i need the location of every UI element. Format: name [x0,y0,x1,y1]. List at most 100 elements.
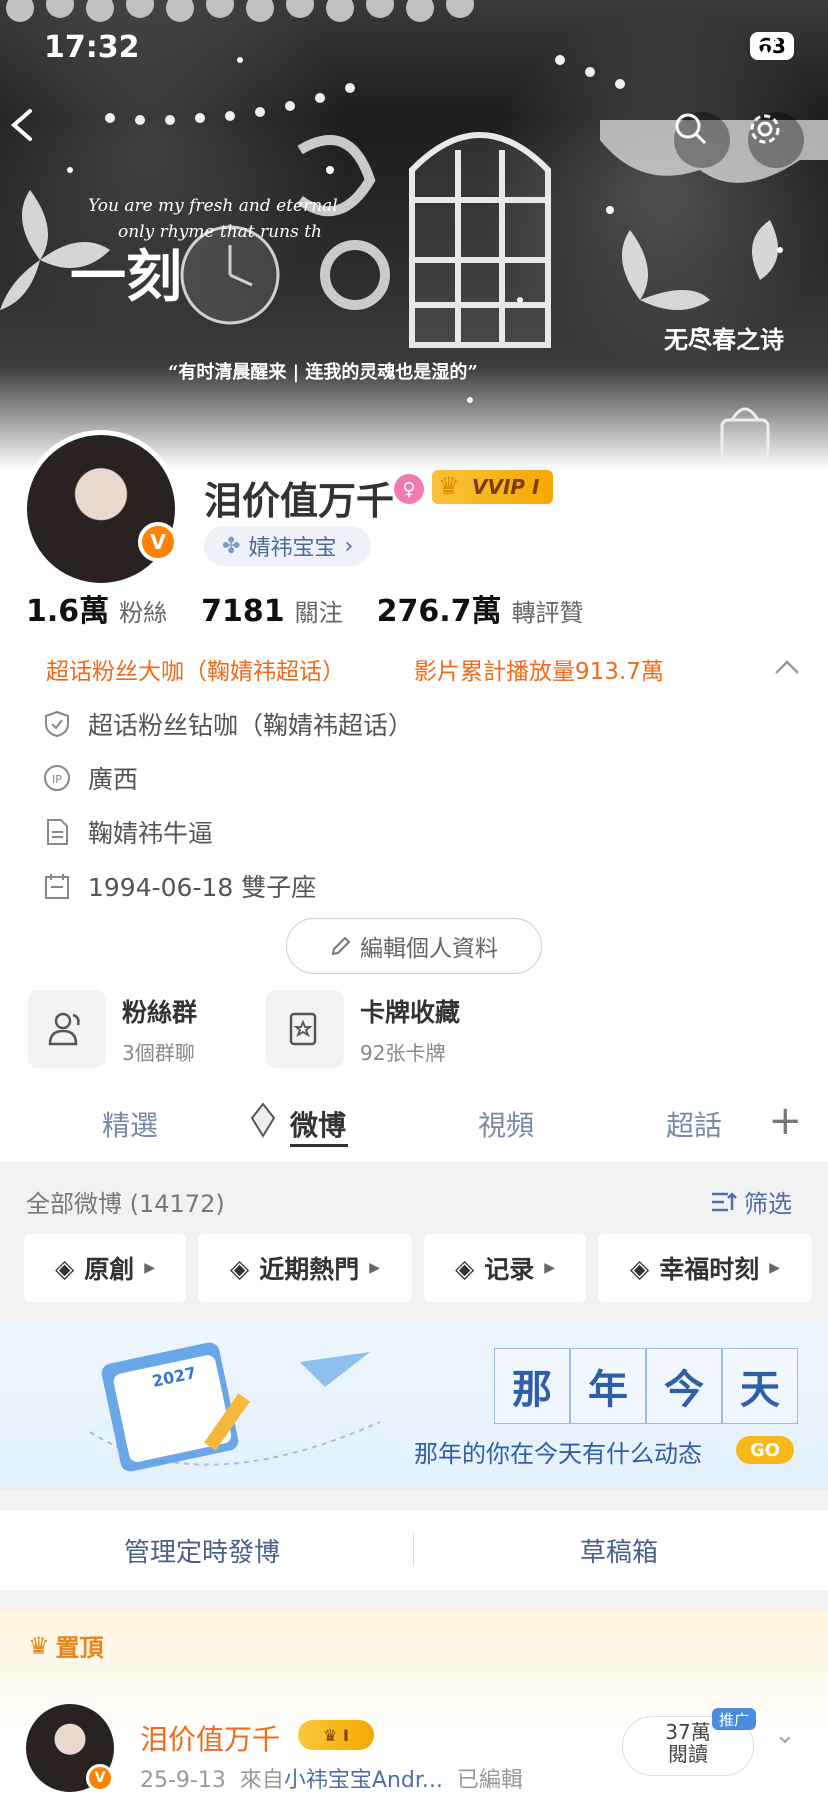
people-icon [48,1012,80,1046]
all-posts-count: 全部微博 (14172) [26,1190,225,1218]
tab-weibo[interactable]: 微博 [290,1104,346,1144]
chip-original[interactable]: ◈ 原創 ▶ [24,1234,186,1302]
group-chip-label: 婧祎宝宝 [248,536,337,561]
calendar-illustration-icon: 2027 [89,1342,380,1472]
settings-button[interactable] [748,112,804,168]
fan-group-shortcut[interactable]: 粉絲群 3個群聊 [28,990,197,1068]
verified-badge: V [138,522,178,562]
pink-badge-icon[interactable]: ♀ [394,474,424,504]
followers-stat[interactable]: 1.6萬 粉絲 [26,586,167,630]
filter-icon [712,1191,737,1211]
info-birthday-text: 1994-06-18 雙子座 [88,873,317,902]
group-chip[interactable]: ✤ 婧祎宝宝 › [204,526,372,566]
drafts-button[interactable]: 草稿箱 [580,1532,658,1569]
memory-char-4: 天 [722,1348,798,1424]
memory-char-1: 那 [494,1348,570,1424]
card-icon [289,1012,317,1046]
post-vip-level: I [342,1725,349,1745]
layers-icon: ◈ [629,1253,650,1283]
ip-icon: IP [42,763,72,793]
crown-icon: ♛ [28,1631,50,1660]
fan-group-icon-box [28,990,106,1068]
fan-group-subtitle: 3個群聊 [122,1040,195,1065]
interactions-label: 轉評贊 [511,599,584,627]
post-vip-badge: ♛ I [298,1720,374,1750]
chip-records-label: 记录 [484,1255,535,1284]
interactions-stat[interactable]: 276.7萬 轉評贊 [377,586,584,630]
profile-stats: 1.6萬 粉絲 7181 關注 276.7萬 轉評贊 [26,586,584,630]
layers-icon: ◈ [454,1253,475,1283]
back-button[interactable] [8,108,64,164]
back-arrow-icon [10,109,32,141]
super-fan-label[interactable]: 超话粉丝大咖（鞠婧祎超话） [46,652,345,686]
tab-videos[interactable]: 視頻 [478,1104,534,1144]
followers-count: 1.6萬 [26,594,110,629]
status-bar: 17:32 63 [0,0,828,100]
card-collection-shortcut[interactable]: 卡牌收藏 92张卡牌 [266,990,460,1068]
add-tab-button[interactable]: + [768,1098,802,1144]
wifi-icon [751,34,779,55]
post-from-prefix: 來自 [239,1768,284,1793]
vvip-label: VVIP I [472,475,540,499]
chip-recent-hot-label: 近期熱門 [259,1255,360,1284]
post-verified-badge: V [86,1764,114,1792]
following-label: 關注 [294,599,343,627]
filter-label: 筛选 [744,1190,792,1218]
followers-label: 粉絲 [119,599,168,627]
tab-featured[interactable]: 精選 [102,1104,158,1144]
diamond-pendant-icon [250,1102,276,1138]
memory-go-button[interactable]: GO [736,1436,794,1464]
chip-recent-hot[interactable]: ◈ 近期熱門 ▶ [198,1234,412,1302]
info-row-birthday: 1994-06-18 雙子座 [42,868,316,904]
search-icon [675,113,707,145]
action-divider [413,1534,414,1566]
info-row-ip: IP 廣西 [42,760,138,796]
post-author-name[interactable]: 泪价值万千 [140,1718,280,1758]
chip-happy-moments[interactable]: ◈ 幸福时刻 ▶ [598,1234,812,1302]
memory-title: 那 年 今 天 [494,1348,798,1424]
username: 泪价值万千 [204,479,395,523]
post-source[interactable]: 小祎宝宝Andr... [284,1768,443,1793]
layers-icon: ◈ [229,1253,250,1283]
following-stat[interactable]: 7181 關注 [201,593,343,629]
promote-badge[interactable]: 推广 [712,1708,756,1730]
card-collection-icon-box [266,990,344,1068]
active-tab-underline [290,1144,348,1147]
filter-button[interactable]: 筛选 [710,1184,792,1219]
search-button[interactable] [674,112,730,168]
pencil-icon [331,936,351,956]
layers-icon: ◈ [54,1253,75,1283]
gear-icon [750,114,780,144]
memory-subtitle: 那年的你在今天有什么动态 [414,1440,702,1468]
fan-group-title: 粉絲群 [122,997,198,1027]
interactions-count: 276.7萬 [376,594,502,629]
manage-scheduled-button[interactable]: 管理定時發博 [124,1532,280,1569]
chevron-down-icon[interactable]: ⌄ [774,1720,796,1750]
card-collection-title: 卡牌收藏 [360,997,461,1027]
vvip-badge[interactable]: ♛ VVIP I [432,470,554,504]
post-meta: 25-9-13 來自小祎宝宝Andr... 已編輯 [140,1762,523,1794]
edit-profile-label: 編輯個人資料 [360,936,498,962]
avatar[interactable] [22,430,180,588]
info-ip-text: 廣西 [88,765,139,794]
following-count: 7181 [201,594,285,629]
chip-records[interactable]: ◈ 记录 ▶ [424,1234,586,1302]
info-row-fan-level: 超话粉丝钻咖（鞠婧祎超话） [42,706,413,742]
post-edited: 已編輯 [456,1768,523,1793]
pinned-label-text: 置頂 [55,1634,104,1662]
info-bio-text: 鞠婧祎牛逼 [88,819,214,848]
read-count-label: 閱讀 [668,1742,708,1766]
document-icon [42,817,72,847]
banner-big-text: 一刻 [70,244,182,310]
memory-card[interactable]: 2027 那 年 今 天 那年的你在今天有什么动态 GO [0,1322,828,1490]
tab-super-topic[interactable]: 超話 [666,1104,722,1144]
collapse-chevron-icon[interactable] [774,658,800,676]
chip-arrow-icon: ▶ [144,1260,156,1276]
shield-icon [42,709,72,739]
info-row-bio: 鞠婧祎牛逼 [42,814,213,850]
edit-profile-button[interactable]: 編輯個人資料 [286,918,542,974]
post-actions-bar: 管理定時發博 草稿箱 [0,1510,828,1590]
memory-char-2: 年 [570,1348,646,1424]
memory-char-3: 今 [646,1348,722,1424]
video-views-label[interactable]: 影片累計播放量913.7萬 [414,652,664,686]
